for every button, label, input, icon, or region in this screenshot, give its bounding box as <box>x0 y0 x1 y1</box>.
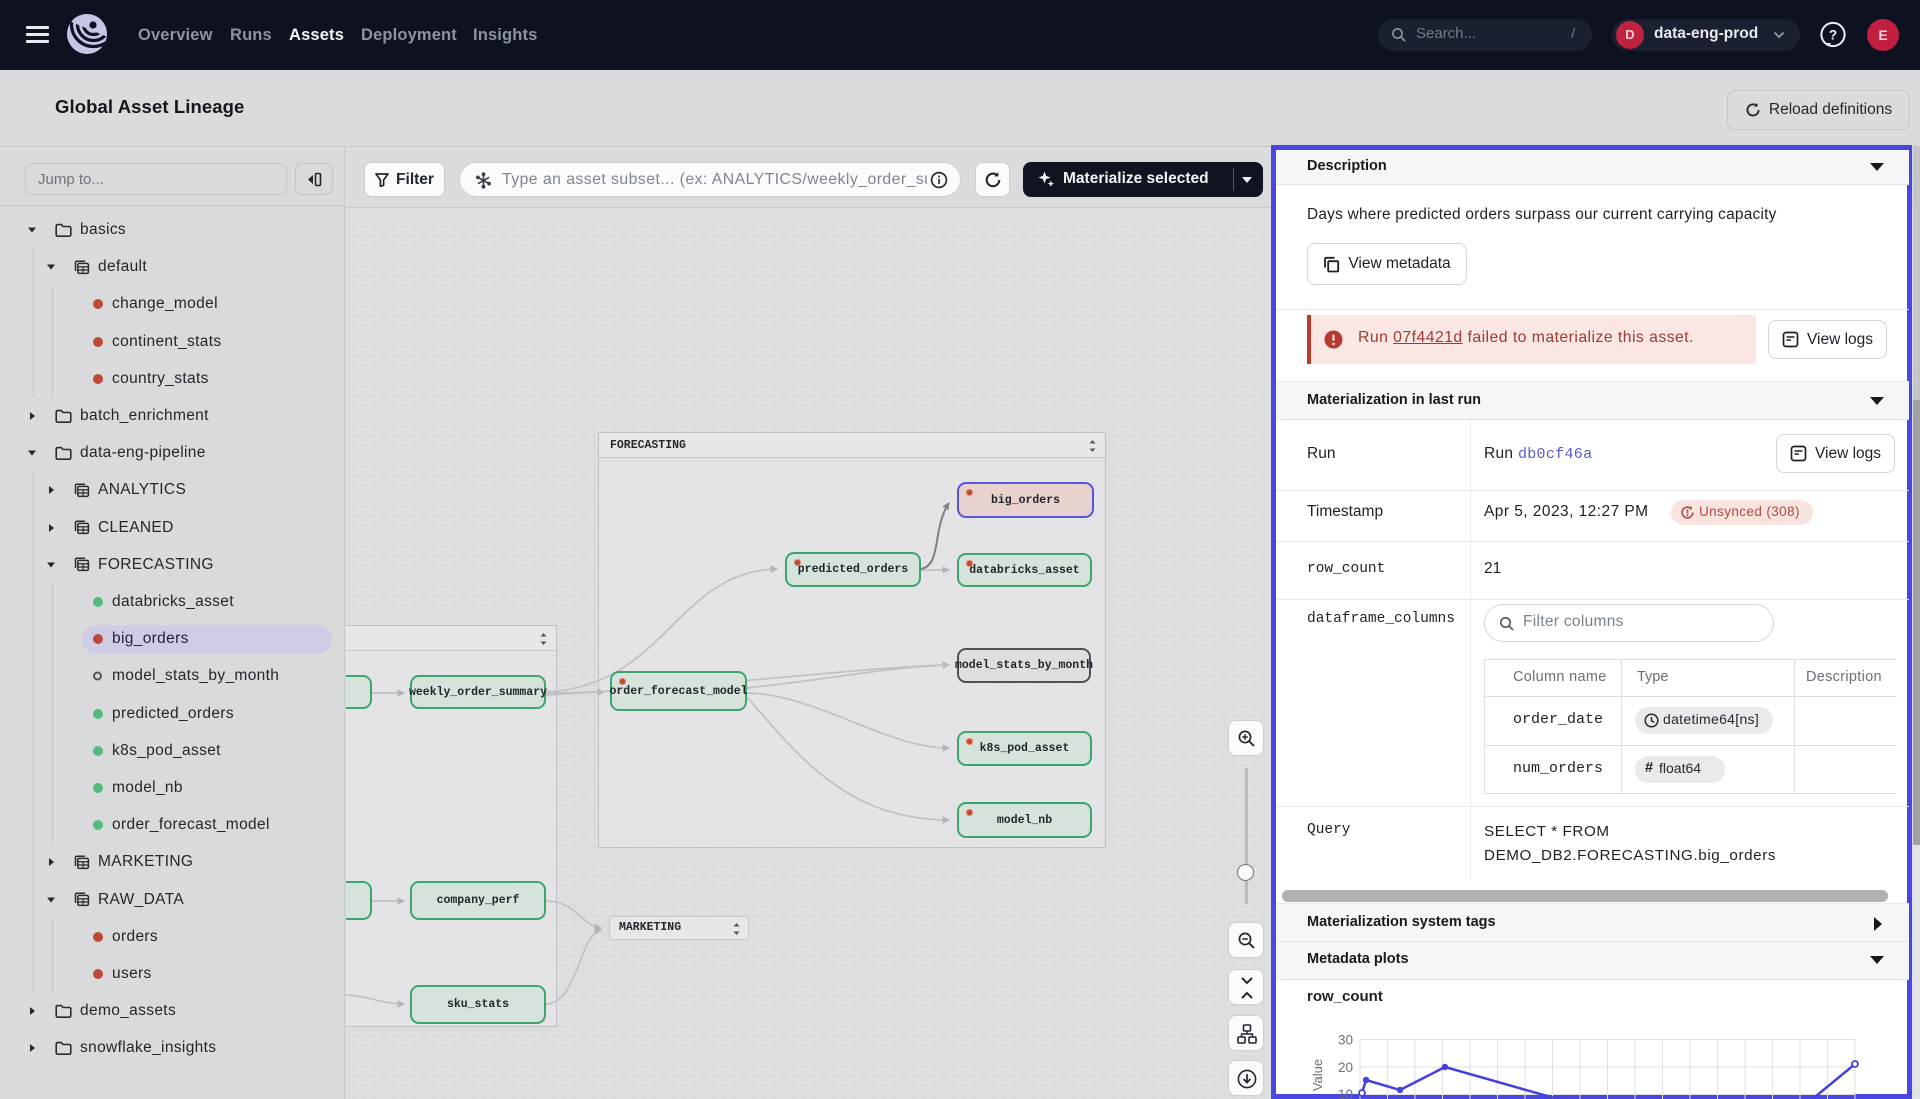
svg-text:Value: Value <box>1310 1059 1325 1091</box>
svg-text:30: 30 <box>1338 1033 1353 1048</box>
svg-text:?: ? <box>1829 27 1837 42</box>
svg-text:10: 10 <box>1338 1087 1353 1099</box>
svg-text:20: 20 <box>1338 1060 1353 1075</box>
